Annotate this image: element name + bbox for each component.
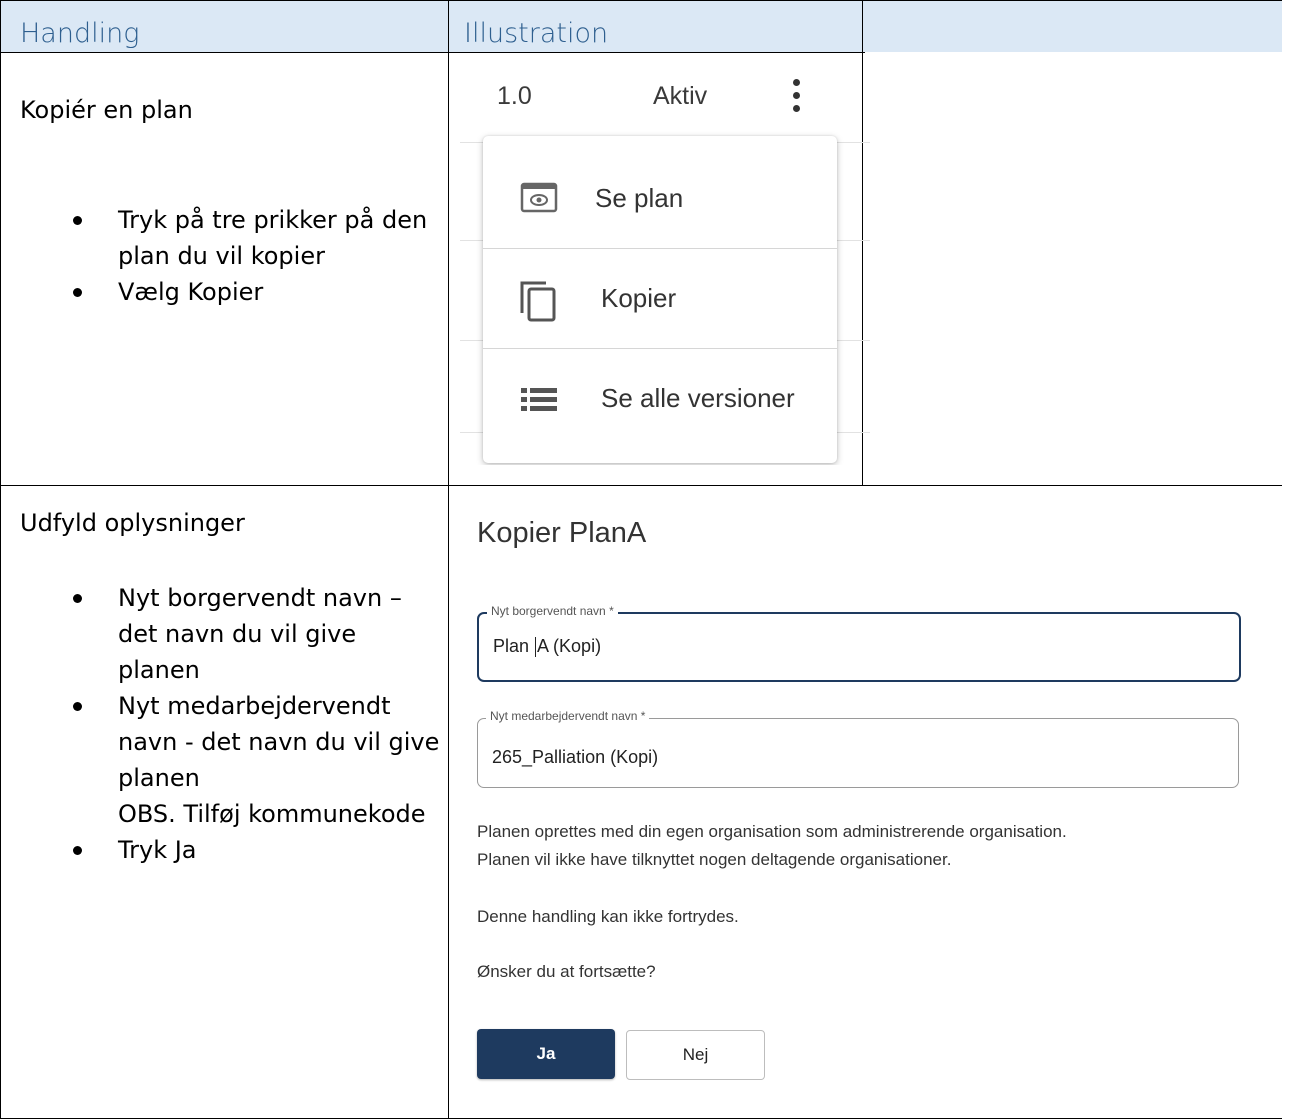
menu-item-se-alle-versioner[interactable]: Se alle versioner — [483, 349, 837, 447]
field-value[interactable]: Plan A (Kopi) — [493, 636, 601, 658]
borgervendt-name-field[interactable]: Nyt borgervendt navn * Plan A (Kopi) — [477, 604, 1241, 682]
list-item: Nyt borgervendt navn – det navn du vil g… — [73, 580, 439, 688]
table-header-band — [0, 0, 1282, 52]
version-status: Aktiv — [653, 82, 708, 110]
list-item: Tryk på tre prikker på den plan du vil k… — [73, 202, 427, 274]
header-bottom-border — [0, 52, 865, 53]
row2-bullet-list: Nyt borgervendt navn – det navn du vil g… — [73, 580, 439, 868]
bullet-icon — [73, 288, 82, 297]
column-divider — [448, 0, 449, 1119]
header-handling: Handling — [20, 18, 140, 49]
field-value[interactable]: 265_Palliation (Kopi) — [492, 747, 658, 768]
header-illustration: Illustration — [464, 18, 609, 49]
warning-text: Denne handling kan ikke fortrydes. — [477, 907, 739, 926]
no-button[interactable]: Nej — [626, 1030, 765, 1080]
context-menu: Se plan Kopier Se alle versioner — [483, 136, 837, 463]
bullet-icon — [73, 702, 82, 711]
menu-item-label: Kopier — [601, 283, 677, 313]
field-label: Nyt medarbejdervendt navn * — [486, 709, 650, 723]
list-icon — [521, 388, 557, 411]
info-text-2: Planen vil ikke have tilknyttet nogen de… — [477, 850, 952, 869]
row1-title: Kopiér en plan — [20, 96, 193, 124]
table-left-border — [0, 0, 1, 1119]
menu-item-kopier[interactable]: Kopier — [483, 249, 837, 347]
bullet-icon — [73, 846, 82, 855]
context-menu-screenshot: 1.0 Aktiv Se plan Kopier Se alle version… — [460, 55, 870, 465]
medarbejdervendt-name-field[interactable]: Nyt medarbejdervendt navn * 265_Palliati… — [477, 709, 1239, 788]
row-divider — [0, 485, 1282, 486]
bullet-icon — [73, 594, 82, 603]
eye-icon — [520, 182, 558, 213]
confirm-question: Ønsker du at fortsætte? — [477, 962, 656, 981]
field-label: Nyt borgervendt navn * — [487, 604, 618, 618]
more-options-icon[interactable] — [791, 79, 803, 115]
menu-item-label: Se alle versioner — [601, 383, 795, 413]
version-number: 1.0 — [497, 82, 532, 110]
list-item: Vælg Kopier — [73, 274, 427, 310]
table-bottom-border — [0, 1118, 1282, 1119]
list-item: Nyt medarbejdervendt navn - det navn du … — [73, 688, 439, 832]
menu-item-se-plan[interactable]: Se plan — [483, 136, 837, 234]
version-row: 1.0 Aktiv — [460, 55, 870, 135]
bullet-icon — [73, 216, 82, 225]
row2-title: Udfyld oplysninger — [20, 509, 245, 537]
info-text-1: Planen oprettes med din egen organisatio… — [477, 822, 1067, 841]
table-top-border — [0, 0, 1282, 1]
yes-button[interactable]: Ja — [477, 1029, 615, 1079]
dialog-title: Kopier PlanA — [477, 517, 647, 549]
row1-bullet-list: Tryk på tre prikker på den plan du vil k… — [73, 202, 427, 310]
text-caret — [535, 637, 537, 658]
menu-item-label: Se plan — [595, 183, 684, 213]
list-item: Tryk Ja — [73, 832, 439, 868]
copy-icon — [520, 281, 556, 322]
